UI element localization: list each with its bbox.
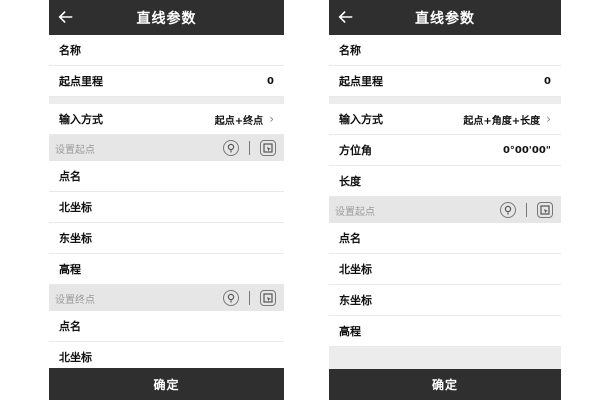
input-mode-label: 输入方式 <box>339 113 383 126</box>
end-northing-row[interactable]: 北坐标 <box>49 342 284 368</box>
page-title: 直线参数 <box>136 10 197 27</box>
start-mileage-row[interactable]: 起点里程 0 <box>329 66 561 97</box>
divider <box>249 141 250 155</box>
end-point-name-row[interactable]: 点名 <box>49 311 284 342</box>
separator <box>49 97 284 104</box>
empty-area <box>329 347 561 369</box>
start-point-name-row[interactable]: 点名 <box>329 223 561 254</box>
input-mode-value: 起点+终点 <box>214 115 264 127</box>
start-northing-row[interactable]: 北坐标 <box>49 192 284 223</box>
input-mode-row[interactable]: 输入方式 起点+角度+长度 › <box>329 104 561 135</box>
form-content: 名称 起点里程 0 输入方式 起点+角度+长度 › 方位角 0°00'00" 长… <box>329 35 561 369</box>
separator <box>329 97 561 104</box>
field-label: 北坐标 <box>59 351 92 364</box>
field-label: 点名 <box>59 320 81 333</box>
length-row[interactable]: 长度 <box>329 166 561 197</box>
divider <box>249 291 250 305</box>
back-arrow-icon[interactable] <box>335 6 357 28</box>
azimuth-label: 方位角 <box>339 144 372 157</box>
start-mileage-label: 起点里程 <box>339 75 383 88</box>
start-mileage-value: 0 <box>267 75 274 87</box>
field-label: 北坐标 <box>339 263 372 276</box>
set-start-section: 设置起点 <box>49 135 284 161</box>
confirm-button[interactable]: 确定 <box>329 369 561 400</box>
right-screen: 直线参数 名称 起点里程 0 输入方式 起点+角度+长度 › 方位角 0°00'… <box>329 0 561 400</box>
chevron-right-icon: › <box>269 112 274 126</box>
input-mode-label: 输入方式 <box>59 113 103 126</box>
form-content: 名称 起点里程 0 输入方式 起点+终点 › 设置起点 点名 北坐标 东坐标 高… <box>49 35 284 368</box>
location-pin-icon[interactable] <box>500 202 516 218</box>
start-elevation-row[interactable]: 高程 <box>49 254 284 285</box>
chevron-right-icon: › <box>546 112 551 126</box>
title-bar: 直线参数 <box>49 0 284 35</box>
start-easting-row[interactable]: 东坐标 <box>329 285 561 316</box>
azimuth-row[interactable]: 方位角 0°00'00" <box>329 135 561 166</box>
length-label: 长度 <box>339 175 361 188</box>
set-start-label: 设置起点 <box>55 144 95 156</box>
name-row[interactable]: 名称 <box>49 35 284 66</box>
back-arrow-icon[interactable] <box>55 6 77 28</box>
input-mode-row[interactable]: 输入方式 起点+终点 › <box>49 104 284 135</box>
confirm-button[interactable]: 确定 <box>49 368 284 400</box>
set-end-label: 设置终点 <box>55 294 95 306</box>
input-mode-value: 起点+角度+长度 <box>463 115 541 127</box>
point-select-icon[interactable] <box>260 290 276 306</box>
field-label: 北坐标 <box>59 201 92 214</box>
set-start-section: 设置起点 <box>329 197 561 223</box>
start-easting-row[interactable]: 东坐标 <box>49 223 284 254</box>
start-mileage-label: 起点里程 <box>59 75 103 88</box>
field-label: 点名 <box>59 170 81 183</box>
azimuth-value: 0°00'00" <box>502 144 551 156</box>
start-mileage-value: 0 <box>544 75 551 87</box>
start-northing-row[interactable]: 北坐标 <box>329 254 561 285</box>
point-select-icon[interactable] <box>537 202 553 218</box>
field-label: 点名 <box>339 232 361 245</box>
start-elevation-row[interactable]: 高程 <box>329 316 561 347</box>
title-bar: 直线参数 <box>329 0 561 35</box>
name-label: 名称 <box>339 44 361 57</box>
page-title: 直线参数 <box>415 10 475 27</box>
start-point-name-row[interactable]: 点名 <box>49 161 284 192</box>
start-mileage-row[interactable]: 起点里程 0 <box>49 66 284 97</box>
divider <box>526 203 527 217</box>
location-pin-icon[interactable] <box>223 290 239 306</box>
field-label: 东坐标 <box>339 294 372 307</box>
field-label: 高程 <box>59 263 81 276</box>
location-pin-icon[interactable] <box>223 140 239 156</box>
name-row[interactable]: 名称 <box>329 35 561 66</box>
point-select-icon[interactable] <box>260 140 276 156</box>
left-screen: 直线参数 名称 起点里程 0 输入方式 起点+终点 › 设置起点 点名 北坐标 … <box>49 0 284 400</box>
field-label: 东坐标 <box>59 232 92 245</box>
set-end-section: 设置终点 <box>49 285 284 311</box>
set-start-label: 设置起点 <box>335 206 375 218</box>
name-label: 名称 <box>59 44 81 57</box>
field-label: 高程 <box>339 325 361 338</box>
